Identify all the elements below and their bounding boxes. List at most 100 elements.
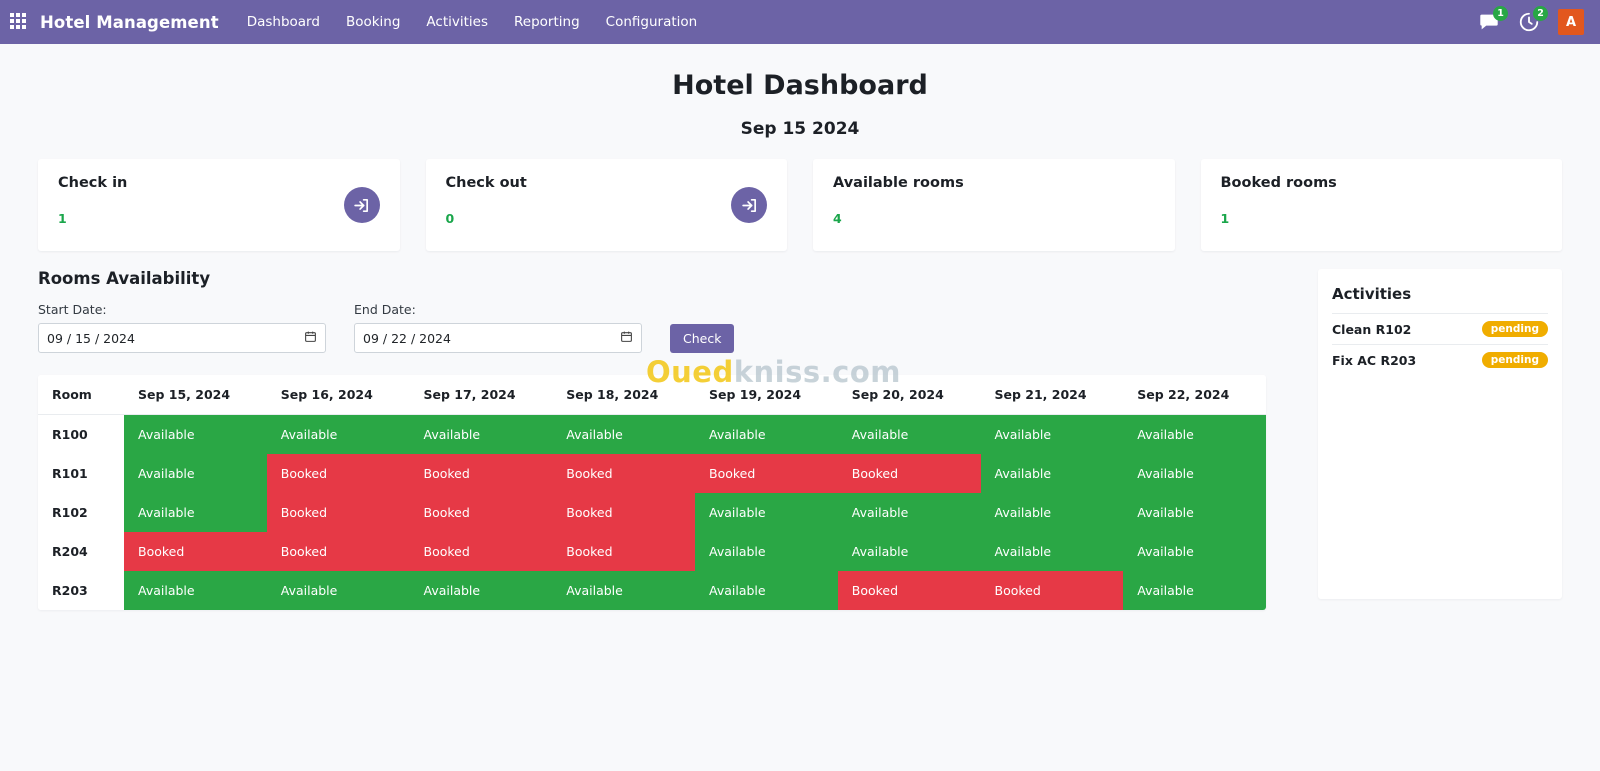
availability-cell-available[interactable]: Available <box>695 571 838 610</box>
availability-cell-booked[interactable]: Booked <box>409 532 553 571</box>
table-row: R204 Booked Booked Booked Booked Available Ava… <box>38 532 1266 571</box>
column-header-day-8: Sep 22, 2024 <box>1123 375 1266 415</box>
end-date-value: 09 / 22 / 2024 <box>363 330 451 346</box>
activity-name: Clean R102 <box>1332 321 1412 337</box>
avatar[interactable]: A <box>1558 9 1584 35</box>
availability-cell-available[interactable]: Available <box>552 414 695 454</box>
availability-cell-available[interactable]: Available <box>837 414 981 454</box>
availability-cell-available[interactable]: Available <box>980 414 1124 454</box>
availability-cell-booked[interactable]: Booked <box>124 532 267 571</box>
calendar-icon[interactable] <box>620 330 633 346</box>
availability-cell-available[interactable]: Available <box>266 414 410 454</box>
activities-badge: 2 <box>1533 6 1548 21</box>
availability-cell-booked[interactable]: Booked <box>552 532 695 571</box>
nav-link-booking[interactable]: Booking <box>346 14 400 30</box>
activities-list: Clean R102 pending Fix AC R203 pending <box>1332 313 1548 375</box>
availability-cell-booked[interactable]: Booked <box>409 454 553 493</box>
column-header-day-1: Sep 15, 2024 <box>124 375 267 415</box>
nav-link-configuration[interactable]: Configuration <box>606 14 698 30</box>
availability-cell-available[interactable]: Available <box>552 571 695 610</box>
column-header-day-4: Sep 18, 2024 <box>552 375 695 415</box>
availability-cell-available[interactable]: Available <box>1123 414 1266 454</box>
chat-bubble-icon[interactable]: 1 <box>1478 6 1508 33</box>
end-date-input[interactable]: 09 / 22 / 2024 <box>354 323 642 353</box>
availability-cell-available[interactable]: Available <box>124 571 267 610</box>
availability-cell-available[interactable]: Available <box>124 493 267 532</box>
column-header-day-2: Sep 16, 2024 <box>266 375 410 415</box>
column-header-day-6: Sep 20, 2024 <box>837 375 981 415</box>
column-header-room: Room <box>38 375 124 415</box>
room-label: R100 <box>38 414 124 454</box>
calendar-icon[interactable] <box>304 330 317 346</box>
table-row: R102 Available Booked Booked Booked Available… <box>38 493 1266 532</box>
availability-cell-available[interactable]: Available <box>124 414 267 454</box>
room-label: R101 <box>38 454 124 493</box>
availability-cell-available[interactable]: Available <box>1123 571 1266 610</box>
activity-item[interactable]: Clean R102 pending <box>1332 313 1548 344</box>
page-title: Hotel Dashboard <box>672 70 928 101</box>
nav-link-dashboard[interactable]: Dashboard <box>247 14 320 30</box>
table-header: Room Sep 15, 2024 Sep 16, 2024 Sep 17, 2… <box>38 375 1266 415</box>
sign-out-icon[interactable] <box>731 187 767 223</box>
availability-cell-booked[interactable]: Booked <box>266 493 410 532</box>
nav-link-activities[interactable]: Activities <box>426 14 488 30</box>
availability-cell-available[interactable]: Available <box>980 454 1124 493</box>
stat-card-title: Available rooms <box>833 175 964 191</box>
messages-badge: 1 <box>1493 6 1508 21</box>
stat-card-check-in: Check in 1 <box>38 159 400 251</box>
table-row: R203 Available Available Available Available… <box>38 571 1266 610</box>
activity-name: Fix AC R203 <box>1332 352 1417 368</box>
table-body: R100 Available Available Available Available… <box>38 414 1266 610</box>
main-body: Rooms Availability Start Date: 09 / 15 /… <box>0 251 1600 610</box>
availability-cell-available[interactable]: Available <box>124 454 267 493</box>
navbar-right-actions: 1 2 A <box>1478 6 1588 35</box>
availability-cell-booked[interactable]: Booked <box>266 454 410 493</box>
table-row: R101 Available Booked Booked Booked Booked Boo… <box>38 454 1266 493</box>
availability-cell-booked[interactable]: Booked <box>266 532 410 571</box>
availability-cell-available[interactable]: Available <box>695 493 838 532</box>
availability-cell-available[interactable]: Available <box>1123 532 1266 571</box>
availability-cell-booked[interactable]: Booked <box>552 454 695 493</box>
availability-cell-available[interactable]: Available <box>266 571 410 610</box>
stat-card-value: 1 <box>1220 211 1230 226</box>
availability-cell-available[interactable]: Available <box>695 532 838 571</box>
sign-in-icon[interactable] <box>343 187 380 223</box>
page-date: Sep 15 2024 <box>740 119 860 139</box>
availability-cell-available[interactable]: Available <box>980 493 1124 532</box>
availability-cell-available[interactable]: Available <box>837 532 981 571</box>
primary-nav: Dashboard Booking Activities Reporting C… <box>247 14 698 30</box>
stat-card-available-rooms: Available rooms 4 <box>813 159 1175 251</box>
end-date-field: End Date: 09 / 22 / 2024 <box>354 302 642 353</box>
availability-cell-available[interactable]: Available <box>1123 493 1266 532</box>
start-date-value: 09 / 15 / 2024 <box>47 330 135 346</box>
availability-cell-booked[interactable]: Booked <box>695 454 838 493</box>
availability-cell-available[interactable]: Available <box>695 414 838 454</box>
availability-cell-booked[interactable]: Booked <box>409 493 553 532</box>
date-filter-row: Start Date: 09 / 15 / 2024 End Date: 09 … <box>38 302 1294 353</box>
check-availability-button[interactable]: Check <box>670 324 735 353</box>
availability-cell-booked[interactable]: Booked <box>980 571 1124 610</box>
stat-card-booked-rooms: Booked rooms 1 <box>1200 159 1562 251</box>
stat-card-value: 4 <box>833 211 842 226</box>
column-header-day-7: Sep 21, 2024 <box>980 375 1124 415</box>
availability-cell-available[interactable]: Available <box>837 493 981 532</box>
availability-cell-available[interactable]: Available <box>1123 454 1266 493</box>
column-header-day-5: Sep 19, 2024 <box>695 375 838 415</box>
availability-cell-available[interactable]: Available <box>980 532 1124 571</box>
availability-cell-available[interactable]: Available <box>409 571 553 610</box>
nav-link-reporting[interactable]: Reporting <box>514 14 580 30</box>
table-row: R100 Available Available Available Available… <box>38 414 1266 454</box>
apps-grid-icon[interactable] <box>10 13 28 31</box>
start-date-input[interactable]: 09 / 15 / 2024 <box>38 323 326 353</box>
availability-cell-booked[interactable]: Booked <box>552 493 695 532</box>
rooms-availability-section: Rooms Availability Start Date: 09 / 15 /… <box>38 269 1294 610</box>
stat-card-title: Booked rooms <box>1220 175 1337 191</box>
room-label: R203 <box>38 571 124 610</box>
availability-cell-booked[interactable]: Booked <box>837 454 981 493</box>
availability-cell-booked[interactable]: Booked <box>837 571 981 610</box>
clock-activity-icon[interactable]: 2 <box>1518 6 1548 33</box>
availability-cell-available[interactable]: Available <box>409 414 553 454</box>
table-header-row: Room Sep 15, 2024 Sep 16, 2024 Sep 17, 2… <box>38 375 1266 415</box>
activities-column: Activities Clean R102 pending Fix AC R203 p… <box>1318 269 1562 599</box>
activity-item[interactable]: Fix AC R203 pending <box>1332 344 1548 375</box>
